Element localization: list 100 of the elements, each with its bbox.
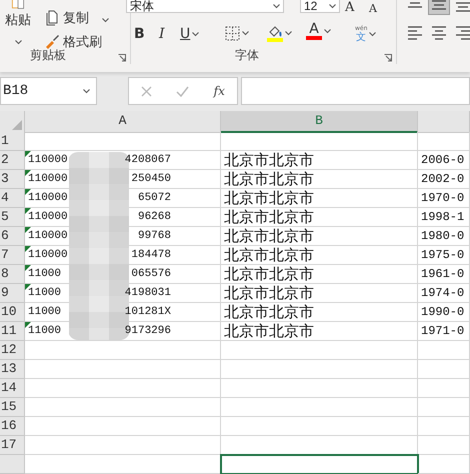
table-cell[interactable] bbox=[221, 360, 418, 379]
table-cell[interactable] bbox=[418, 341, 470, 360]
cell-text: 110000 bbox=[28, 249, 68, 261]
caret-icon bbox=[329, 4, 336, 8]
alignment-button[interactable] bbox=[429, 0, 449, 14]
column-header[interactable] bbox=[418, 111, 470, 133]
table-cell[interactable]: 1975-0 bbox=[418, 246, 470, 265]
cell-text: 110000 bbox=[28, 192, 68, 204]
shrink-font-button[interactable]: A bbox=[367, 0, 379, 18]
cell-text: 1974-0 bbox=[421, 286, 464, 300]
table-cell[interactable]: 1970-0 bbox=[418, 189, 470, 208]
row-header[interactable]: 13 bbox=[0, 360, 25, 379]
cell-text: 99768 bbox=[138, 230, 171, 242]
dialog-launcher-icon[interactable] bbox=[384, 54, 392, 62]
column-header[interactable]: B bbox=[221, 111, 418, 133]
cell-text: 101281X bbox=[124, 306, 171, 318]
paste-button[interactable]: 粘贴 bbox=[0, 0, 36, 48]
row-header[interactable]: 15 bbox=[0, 398, 25, 417]
table-cell[interactable] bbox=[418, 379, 470, 398]
row-header[interactable]: 5 bbox=[0, 208, 25, 227]
table-cell[interactable] bbox=[25, 132, 221, 151]
row-header[interactable]: 12 bbox=[0, 341, 25, 360]
table-cell[interactable] bbox=[25, 360, 221, 379]
table-cell[interactable] bbox=[221, 341, 418, 360]
row-header[interactable]: 4 bbox=[0, 189, 25, 208]
font-name-field[interactable]: 宋体 bbox=[126, 0, 284, 13]
insert-function-button[interactable]: fx bbox=[214, 84, 225, 98]
table-cell[interactable] bbox=[25, 379, 221, 398]
row-header[interactable]: 1 bbox=[0, 132, 25, 151]
font-color-button[interactable]: A bbox=[304, 22, 333, 41]
row-header[interactable]: 7 bbox=[0, 246, 25, 265]
table-cell[interactable] bbox=[25, 417, 221, 436]
italic-button[interactable]: I bbox=[157, 25, 167, 43]
caret-icon bbox=[102, 18, 109, 22]
caret-icon bbox=[324, 29, 331, 34]
cell-text: 北京市北京市 bbox=[224, 208, 314, 226]
table-cell[interactable] bbox=[418, 132, 470, 151]
borders-button[interactable] bbox=[223, 25, 251, 42]
grow-font-button[interactable]: A bbox=[343, 0, 356, 17]
table-cell[interactable]: 北京市北京市 bbox=[221, 227, 418, 246]
table-cell[interactable]: 1974-0 bbox=[418, 284, 470, 303]
table-cell[interactable]: 北京市北京市 bbox=[221, 189, 418, 208]
table-cell[interactable]: 北京市北京市 bbox=[221, 265, 418, 284]
table-cell[interactable] bbox=[418, 436, 470, 455]
row-header[interactable]: 9 bbox=[0, 284, 25, 303]
table-cell[interactable]: 1980-0 bbox=[418, 227, 470, 246]
table-cell[interactable] bbox=[418, 455, 470, 474]
copy-button[interactable]: 复制 bbox=[44, 9, 109, 27]
table-cell[interactable]: 1990-0 bbox=[418, 303, 470, 322]
row-header[interactable]: 6 bbox=[0, 227, 25, 246]
table-cell[interactable] bbox=[25, 341, 221, 360]
table-cell[interactable]: 北京市北京市 bbox=[221, 284, 418, 303]
table-cell[interactable]: 1998-1 bbox=[418, 208, 470, 227]
table-cell[interactable]: 2002-0 bbox=[418, 170, 470, 189]
table-cell[interactable] bbox=[418, 398, 470, 417]
table-cell[interactable]: 1971-0 bbox=[418, 322, 470, 341]
table-cell[interactable] bbox=[25, 436, 221, 455]
cell-text: 2006-0 bbox=[421, 153, 464, 167]
table-cell[interactable]: 1961-0 bbox=[418, 265, 470, 284]
table-cell[interactable]: 北京市北京市 bbox=[221, 246, 418, 265]
row-header[interactable]: 8 bbox=[0, 265, 25, 284]
cell-text: 1998-1 bbox=[421, 210, 464, 224]
column-header[interactable]: A bbox=[25, 111, 221, 133]
row-header[interactable]: 14 bbox=[0, 379, 25, 398]
row-header[interactable]: 3 bbox=[0, 170, 25, 189]
row-header[interactable]: 2 bbox=[0, 151, 25, 170]
font-size-field[interactable]: 12 bbox=[300, 0, 340, 13]
selected-cell[interactable] bbox=[221, 455, 418, 474]
row-header[interactable] bbox=[0, 455, 25, 474]
cell-text: 4208067 bbox=[124, 154, 171, 166]
row-header[interactable]: 16 bbox=[0, 417, 25, 436]
name-box[interactable]: B18 bbox=[0, 77, 97, 106]
row-header[interactable]: 10 bbox=[0, 303, 25, 322]
check-icon[interactable] bbox=[176, 86, 190, 97]
cell-text: 1980-0 bbox=[421, 229, 464, 243]
underline-button[interactable]: U bbox=[178, 25, 202, 43]
table-cell[interactable] bbox=[418, 360, 470, 379]
formula-input[interactable] bbox=[241, 77, 470, 106]
table-cell[interactable]: 北京市北京市 bbox=[221, 322, 418, 341]
table-cell[interactable] bbox=[221, 132, 418, 151]
row-header[interactable]: 11 bbox=[0, 322, 25, 341]
table-cell[interactable] bbox=[25, 398, 221, 417]
table-cell[interactable] bbox=[221, 379, 418, 398]
cell-text: 4198031 bbox=[124, 287, 171, 299]
table-cell[interactable] bbox=[221, 417, 418, 436]
table-cell[interactable]: 北京市北京市 bbox=[221, 303, 418, 322]
bold-button[interactable]: B bbox=[132, 25, 147, 43]
dialog-launcher-icon[interactable] bbox=[118, 54, 126, 62]
cell-text: 1970-0 bbox=[421, 191, 464, 205]
table-cell[interactable]: 2006-0 bbox=[418, 151, 470, 170]
table-cell[interactable]: 北京市北京市 bbox=[221, 151, 418, 170]
table-cell[interactable] bbox=[221, 398, 418, 417]
cancel-icon[interactable] bbox=[141, 86, 152, 97]
row-header[interactable]: 17 bbox=[0, 436, 25, 455]
select-all-icon[interactable] bbox=[12, 120, 22, 130]
table-cell[interactable]: 北京市北京市 bbox=[221, 170, 418, 189]
fill-color-button[interactable] bbox=[265, 24, 294, 43]
table-cell[interactable]: 北京市北京市 bbox=[221, 208, 418, 227]
caret-icon bbox=[285, 31, 292, 36]
table-cell[interactable] bbox=[418, 417, 470, 436]
